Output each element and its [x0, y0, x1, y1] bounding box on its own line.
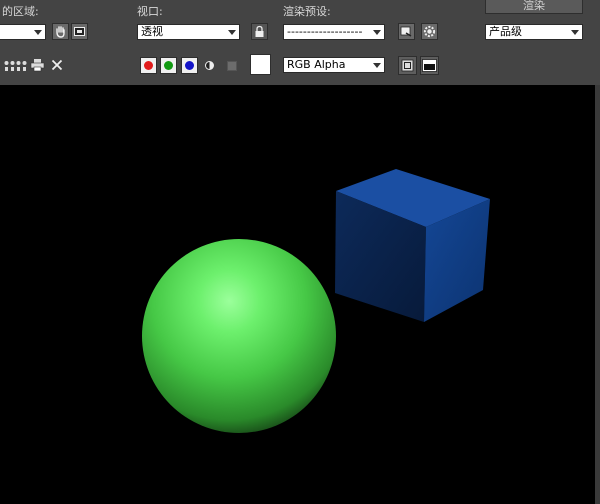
viewport-dropdown[interactable]: 透视 [137, 24, 240, 40]
display-frame-button[interactable] [420, 56, 439, 75]
chevron-down-icon [34, 30, 42, 35]
hand-icon [56, 26, 65, 38]
red-channel-toggle[interactable] [140, 57, 157, 74]
render-output [142, 169, 490, 433]
lock-icon [255, 25, 264, 37]
red-channel-dot [144, 61, 153, 70]
preset-save-button[interactable] [398, 23, 415, 40]
hand-button[interactable] [52, 23, 69, 40]
render-preset-value: ------------------- [287, 25, 363, 38]
render-frame-toolbar: 的区域: 视口: 渲染预设: 渲染 透视 ------------------- [0, 0, 600, 85]
chevron-down-icon [571, 30, 579, 35]
area-label: 的区域: [2, 5, 39, 18]
clone-window-icon[interactable] [15, 59, 28, 72]
background-color-swatch[interactable] [250, 54, 271, 75]
viewport-label: 视口: [137, 5, 163, 18]
lock-viewport-button[interactable] [251, 23, 268, 40]
quality-dropdown-value: 产品级 [489, 25, 522, 38]
channel-dropdown-value: RGB Alpha [287, 58, 346, 71]
render-preset-label: 渲染预设: [283, 5, 331, 18]
blue-cube [335, 169, 490, 322]
green-channel-toggle[interactable] [160, 57, 177, 74]
chevron-down-icon [373, 63, 381, 68]
chevron-down-icon [373, 30, 381, 35]
mono-display-icon[interactable] [204, 60, 215, 71]
chevron-down-icon [228, 30, 236, 35]
green-sphere [142, 239, 336, 433]
quality-dropdown[interactable]: 产品级 [485, 24, 583, 40]
green-channel-dot [164, 61, 173, 70]
region-select-button[interactable] [71, 23, 88, 40]
preset-save-icon [400, 26, 412, 37]
viewport-dropdown-value: 透视 [141, 25, 163, 38]
rendered-image-viewport[interactable] [0, 85, 600, 504]
region-select-icon [74, 27, 85, 36]
render-history-icon [401, 59, 414, 72]
alpha-toggle-icon[interactable] [227, 61, 237, 71]
blue-channel-dot [185, 61, 194, 70]
area-dropdown[interactable] [0, 24, 46, 40]
print-icon[interactable] [30, 58, 45, 72]
gear-icon [423, 25, 436, 38]
settings-button[interactable] [421, 23, 438, 40]
render-history-button[interactable] [398, 56, 417, 75]
viewport-edge [595, 85, 600, 504]
display-frame-icon [422, 59, 437, 72]
channel-dropdown[interactable]: RGB Alpha [283, 57, 385, 73]
close-icon[interactable] [51, 59, 63, 71]
render-preset-dropdown[interactable]: ------------------- [283, 24, 385, 40]
blue-channel-toggle[interactable] [181, 57, 198, 74]
render-button[interactable]: 渲染 [485, 0, 583, 14]
